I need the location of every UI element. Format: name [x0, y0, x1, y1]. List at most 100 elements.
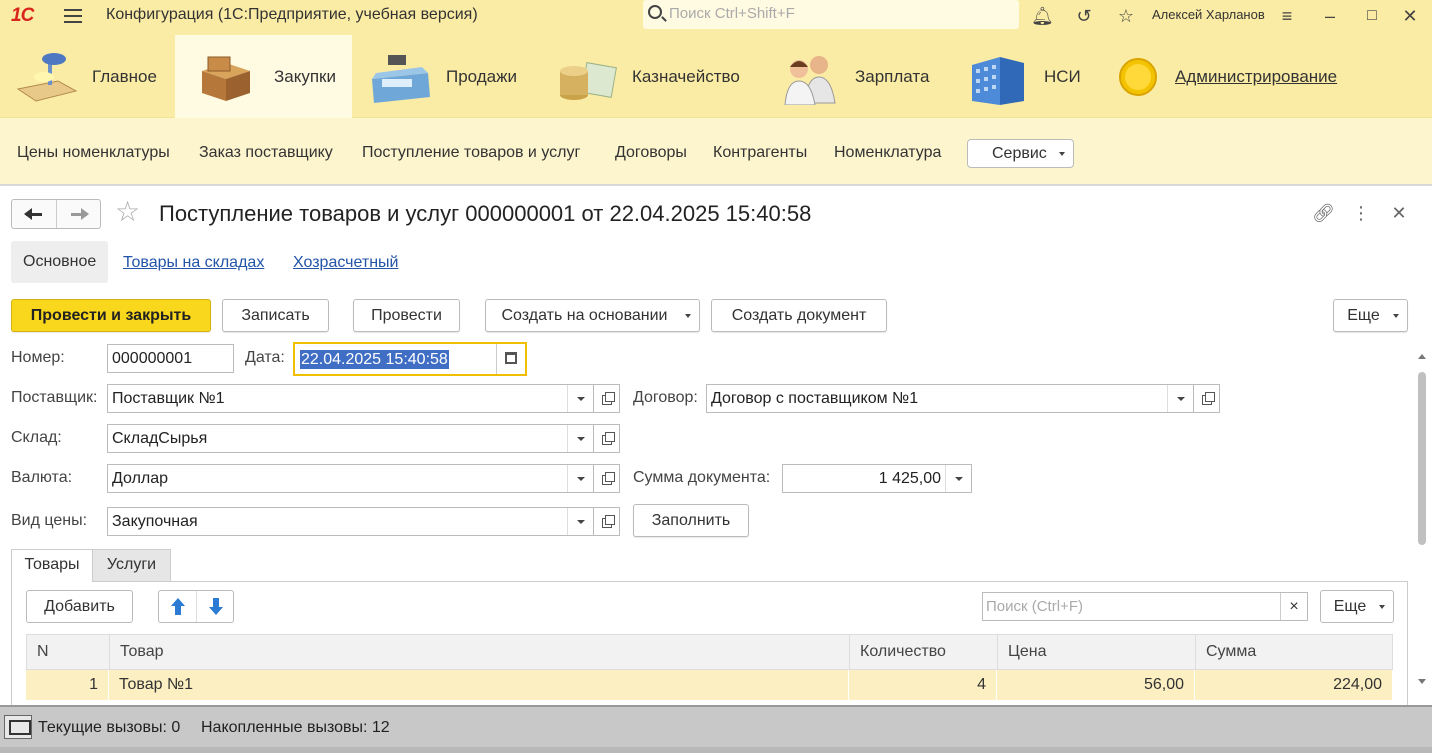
number-field[interactable]: 000000001	[107, 344, 234, 373]
minimize-icon[interactable]: –	[1319, 5, 1341, 27]
col-header-qty[interactable]: Количество	[850, 635, 998, 669]
tab-services[interactable]: Услуги	[92, 549, 171, 581]
table-more-button[interactable]: Еще	[1320, 590, 1394, 623]
create-based-on-button[interactable]: Создать на основании	[485, 299, 700, 332]
forward-button[interactable]	[57, 200, 101, 228]
section-nsi[interactable]: НСИ	[966, 35, 1081, 118]
nav-link-items[interactable]: Номенклатура	[834, 144, 941, 162]
add-row-button[interactable]: Добавить	[26, 590, 133, 623]
table-search-input[interactable]: Поиск (Ctrl+F) ×	[982, 592, 1308, 621]
global-search-input[interactable]: Поиск Ctrl+Shift+F	[643, 0, 1019, 29]
more-button[interactable]: Еще	[1333, 299, 1408, 332]
chevron-down-icon	[1379, 605, 1385, 609]
dropdown-icon[interactable]	[567, 385, 593, 412]
clear-search-button[interactable]: ×	[1280, 593, 1307, 620]
contract-field[interactable]: Договор с поставщиком №1	[706, 384, 1194, 413]
open-currency-button[interactable]	[593, 464, 620, 493]
section-treasury[interactable]: Казначейство	[554, 35, 740, 118]
chevron-down-icon	[685, 314, 691, 318]
dropdown-icon[interactable]	[1167, 385, 1193, 412]
service-menu-button[interactable]: Сервис	[967, 139, 1074, 168]
app-title: Конфигурация (1С:Предприятие, учебная ве…	[106, 6, 478, 23]
link-icon[interactable]: 🔗︎	[1312, 203, 1335, 224]
amount-field[interactable]: 1 425,00	[782, 464, 972, 493]
section-salary[interactable]: Зарплата	[777, 35, 929, 118]
nav-link-counterparties[interactable]: Контрагенты	[713, 144, 807, 162]
chevron-down-icon	[1393, 314, 1399, 318]
section-administration[interactable]: Администрирование	[1110, 35, 1337, 118]
move-down-button[interactable]	[197, 591, 234, 622]
calculator-button[interactable]	[945, 465, 971, 492]
maximize-icon[interactable]: □	[1361, 5, 1383, 27]
current-calls: Текущие вызовы: 0	[38, 719, 181, 736]
currency-field[interactable]: Доллар	[107, 464, 594, 493]
main-menu-icon[interactable]	[64, 9, 82, 23]
section-label: Администрирование	[1175, 66, 1338, 86]
close-window-icon[interactable]: ✕	[1399, 5, 1421, 27]
scroll-up-icon[interactable]	[1418, 354, 1426, 359]
open-supplier-button[interactable]	[593, 384, 620, 413]
section-sales[interactable]: Продажи	[368, 35, 517, 118]
history-icon[interactable]: ↺	[1073, 5, 1095, 27]
app-logo[interactable]: 1С	[11, 5, 34, 27]
dropdown-icon[interactable]	[567, 425, 593, 452]
contract-value: Договор с поставщиком №1	[711, 390, 919, 407]
price-type-label: Вид цены:	[11, 512, 88, 529]
nav-link-contracts[interactable]: Договоры	[615, 144, 687, 162]
nav-link-receipts[interactable]: Поступление товаров и услуг	[362, 144, 580, 162]
form-scrollbar[interactable]	[1416, 350, 1428, 690]
warehouse-field[interactable]: СкладСырья	[107, 424, 594, 453]
favorites-star-icon[interactable]: ☆	[1115, 5, 1137, 27]
user-name[interactable]: Алексей Харланов	[1152, 7, 1265, 22]
supplier-field[interactable]: Поставщик №1	[107, 384, 594, 413]
tab-warehouse-goods[interactable]: Товары на складах	[123, 254, 264, 272]
price-type-field[interactable]: Закупочная	[107, 507, 594, 536]
scroll-thumb[interactable]	[1418, 372, 1426, 545]
open-contract-button[interactable]	[1193, 384, 1220, 413]
scroll-down-icon[interactable]	[1418, 679, 1426, 684]
section-purchases[interactable]: Закупки	[175, 35, 352, 118]
table-row[interactable]: 1 Товар №1 4 56,00 224,00	[26, 670, 1393, 700]
col-header-n[interactable]: N	[27, 635, 110, 669]
more-actions-icon[interactable]: ⋮	[1350, 203, 1372, 224]
table-header: N Товар Количество Цена Сумма	[26, 634, 1393, 670]
arrow-left-icon	[24, 208, 42, 220]
table-search-placeholder: Поиск (Ctrl+F)	[986, 598, 1083, 615]
create-based-on-label: Создать на основании	[501, 307, 668, 324]
post-button[interactable]: Провести	[353, 299, 460, 332]
open-warehouse-button[interactable]	[593, 424, 620, 453]
cell-qty: 4	[849, 670, 997, 700]
dropdown-icon[interactable]	[567, 508, 593, 535]
monitor-icon[interactable]	[4, 715, 32, 739]
col-header-sum[interactable]: Сумма	[1196, 635, 1394, 669]
date-label: Дата:	[245, 349, 285, 366]
gear-disc-icon	[1110, 49, 1166, 105]
sections-panel: Главное Закупки Продажи Казначейство Зар…	[0, 32, 1432, 118]
col-header-item[interactable]: Товар	[110, 635, 850, 669]
save-button[interactable]: Записать	[222, 299, 329, 332]
close-form-icon[interactable]: ✕	[1388, 203, 1410, 224]
move-up-button[interactable]	[159, 591, 197, 622]
cell-item: Товар №1	[109, 670, 849, 700]
open-price-type-button[interactable]	[593, 507, 620, 536]
dropdown-icon[interactable]	[567, 465, 593, 492]
nav-link-prices[interactable]: Цены номенклатуры	[17, 144, 170, 162]
bell-icon[interactable]: 🔔︎	[1031, 5, 1054, 27]
desk-lamp-icon	[14, 49, 78, 105]
favorite-star-icon[interactable]: ☆	[115, 196, 140, 228]
date-field[interactable]: 22.04.2025 15:40:58	[293, 342, 527, 376]
tab-main[interactable]: Основное	[11, 241, 108, 283]
create-document-button[interactable]: Создать документ	[711, 299, 887, 332]
settings-menu-icon[interactable]: ≡	[1276, 5, 1298, 27]
col-header-price[interactable]: Цена	[998, 635, 1196, 669]
tab-goods[interactable]: Товары	[11, 549, 93, 582]
tab-accounting[interactable]: Хозрасчетный	[293, 254, 398, 272]
nav-link-supplier-order[interactable]: Заказ поставщику	[199, 144, 333, 162]
section-label: Закупки	[274, 66, 336, 86]
calendar-button[interactable]	[496, 344, 525, 374]
back-button[interactable]	[12, 200, 57, 228]
post-and-close-button[interactable]: Провести и закрыть	[11, 299, 211, 332]
cell-sum: 224,00	[1195, 670, 1393, 700]
fill-button[interactable]: Заполнить	[633, 504, 749, 537]
section-main[interactable]: Главное	[14, 35, 157, 118]
